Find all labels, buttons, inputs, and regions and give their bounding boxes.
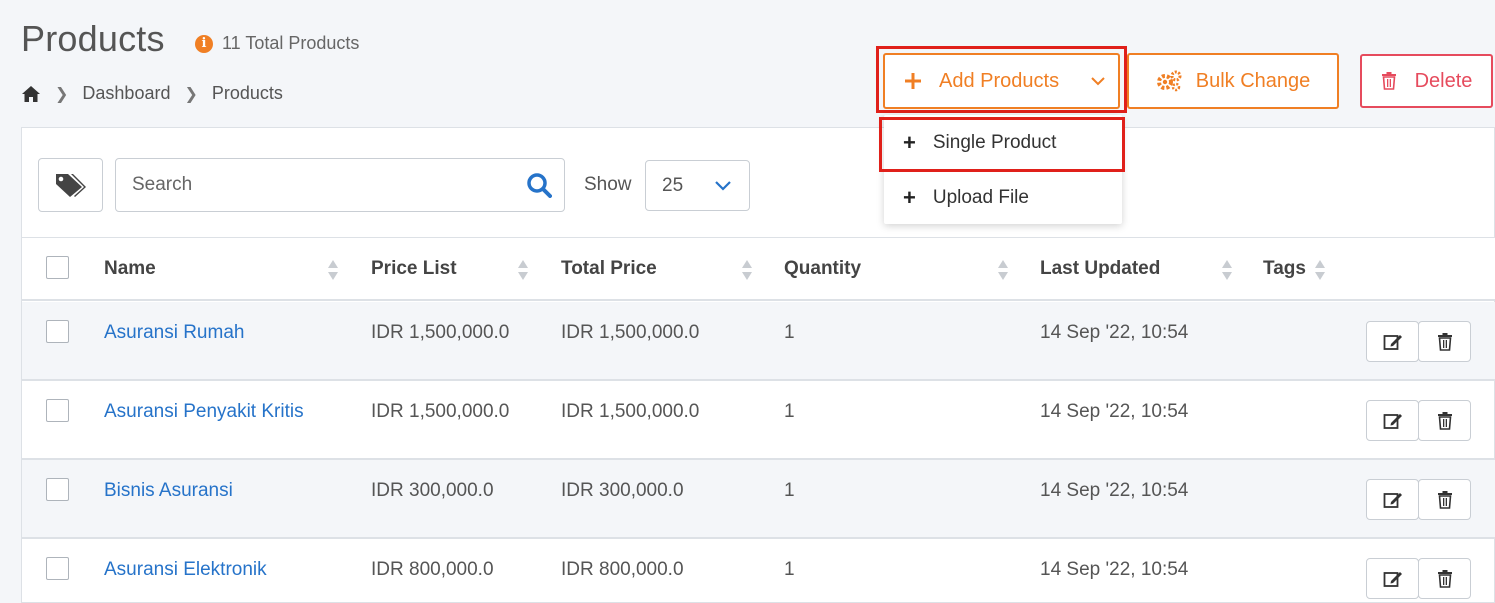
table-row: Asuransi Elektronik IDR 800,000.0 IDR 80…	[22, 539, 1495, 603]
tags-filter-button[interactable]	[38, 158, 103, 212]
sort-icon[interactable]	[327, 258, 339, 282]
last-updated-cell: 14 Sep '22, 10:54	[1040, 322, 1189, 343]
column-header-total-price[interactable]: Total Price	[561, 258, 657, 280]
quantity-cell: 1	[784, 401, 795, 422]
price-list-cell: IDR 1,500,000.0	[371, 322, 510, 343]
product-name-link[interactable]: Asuransi Elektronik	[104, 559, 267, 581]
edit-icon	[1383, 571, 1402, 587]
last-updated-cell: 14 Sep '22, 10:54	[1040, 401, 1189, 422]
trash-icon	[1437, 569, 1452, 588]
table-row: Bisnis Asuransi IDR 300,000.0 IDR 300,00…	[22, 460, 1495, 539]
price-list-cell: IDR 800,000.0	[371, 559, 494, 580]
search-field[interactable]	[115, 158, 565, 212]
quantity-cell: 1	[784, 559, 795, 580]
trash-icon	[1437, 490, 1452, 509]
delete-row-button[interactable]	[1418, 558, 1471, 599]
add-products-highlight	[876, 46, 1127, 113]
column-header-name[interactable]: Name	[104, 258, 156, 280]
bulk-change-label: Bulk Change	[1195, 69, 1311, 92]
delete-label: Delete	[1414, 69, 1473, 92]
search-input[interactable]	[132, 174, 526, 196]
quantity-cell: 1	[784, 480, 795, 501]
trash-icon	[1437, 332, 1452, 351]
delete-button[interactable]: Delete	[1360, 54, 1493, 108]
edit-icon	[1383, 334, 1402, 350]
total-price-cell: IDR 1,500,000.0	[561, 322, 700, 343]
price-list-cell: IDR 300,000.0	[371, 480, 494, 501]
chevron-right-icon: ❯	[55, 85, 69, 103]
delete-row-button[interactable]	[1418, 479, 1471, 520]
show-label: Show	[584, 174, 632, 195]
row-checkbox[interactable]	[46, 320, 69, 343]
edit-icon	[1383, 413, 1402, 429]
sort-icon[interactable]	[1221, 258, 1233, 282]
breadcrumb: ❯ Dashboard ❯ Products	[21, 83, 283, 104]
edit-button[interactable]	[1366, 479, 1419, 520]
row-checkbox[interactable]	[46, 478, 69, 501]
table-header: Name Price List Total Price Quantity Las…	[22, 237, 1495, 301]
column-header-quantity[interactable]: Quantity	[784, 258, 861, 280]
page-size-value: 25	[662, 174, 684, 196]
breadcrumb-products: Products	[211, 83, 283, 103]
menu-item-upload-file[interactable]: + Upload File	[884, 170, 1122, 225]
sort-icon[interactable]	[997, 258, 1009, 282]
search-icon[interactable]	[526, 172, 552, 198]
sort-icon[interactable]	[1314, 258, 1326, 282]
product-name-link[interactable]: Bisnis Asuransi	[104, 480, 233, 502]
edit-button[interactable]	[1366, 400, 1419, 441]
column-header-tags[interactable]: Tags	[1263, 258, 1306, 280]
table-row: Asuransi Rumah IDR 1,500,000.0 IDR 1,500…	[22, 302, 1495, 381]
tags-icon	[55, 174, 86, 197]
select-all-checkbox[interactable]	[46, 256, 69, 279]
plus-icon: +	[903, 184, 916, 210]
info-icon: i	[195, 34, 213, 53]
row-checkbox[interactable]	[46, 557, 69, 580]
product-name-link[interactable]: Asuransi Penyakit Kritis	[104, 401, 304, 423]
menu-item-label: Upload File	[932, 186, 1029, 208]
row-checkbox[interactable]	[46, 399, 69, 422]
breadcrumb-dashboard[interactable]: Dashboard	[82, 83, 170, 104]
total-price-cell: IDR 300,000.0	[561, 480, 684, 501]
chevron-right-icon: ❯	[184, 85, 198, 103]
column-header-last-updated[interactable]: Last Updated	[1040, 258, 1160, 280]
gears-icon	[1156, 70, 1182, 92]
delete-row-button[interactable]	[1418, 400, 1471, 441]
table-row: Asuransi Penyakit Kritis IDR 1,500,000.0…	[22, 381, 1495, 460]
last-updated-cell: 14 Sep '22, 10:54	[1040, 559, 1189, 580]
edit-icon	[1383, 492, 1402, 508]
edit-button[interactable]	[1366, 321, 1419, 362]
total-products-text: 11 Total Products	[222, 33, 360, 53]
sort-icon[interactable]	[741, 258, 753, 282]
trash-icon	[1381, 72, 1396, 90]
sort-icon[interactable]	[517, 258, 529, 282]
chevron-down-icon	[715, 180, 731, 191]
page-title: Products	[21, 18, 165, 59]
edit-button[interactable]	[1366, 558, 1419, 599]
column-header-price-list[interactable]: Price List	[371, 258, 457, 280]
page-size-select[interactable]: 25	[645, 160, 750, 211]
price-list-cell: IDR 1,500,000.0	[371, 401, 510, 422]
bulk-change-button[interactable]: Bulk Change	[1127, 53, 1339, 109]
last-updated-cell: 14 Sep '22, 10:54	[1040, 480, 1189, 501]
trash-icon	[1437, 411, 1452, 430]
delete-row-button[interactable]	[1418, 321, 1471, 362]
total-products-info: i 11 Total Products	[195, 33, 359, 54]
home-icon[interactable]	[21, 85, 41, 103]
product-name-link[interactable]: Asuransi Rumah	[104, 322, 244, 344]
total-price-cell: IDR 1,500,000.0	[561, 401, 700, 422]
total-price-cell: IDR 800,000.0	[561, 559, 684, 580]
quantity-cell: 1	[784, 322, 795, 343]
single-product-highlight	[879, 117, 1125, 172]
